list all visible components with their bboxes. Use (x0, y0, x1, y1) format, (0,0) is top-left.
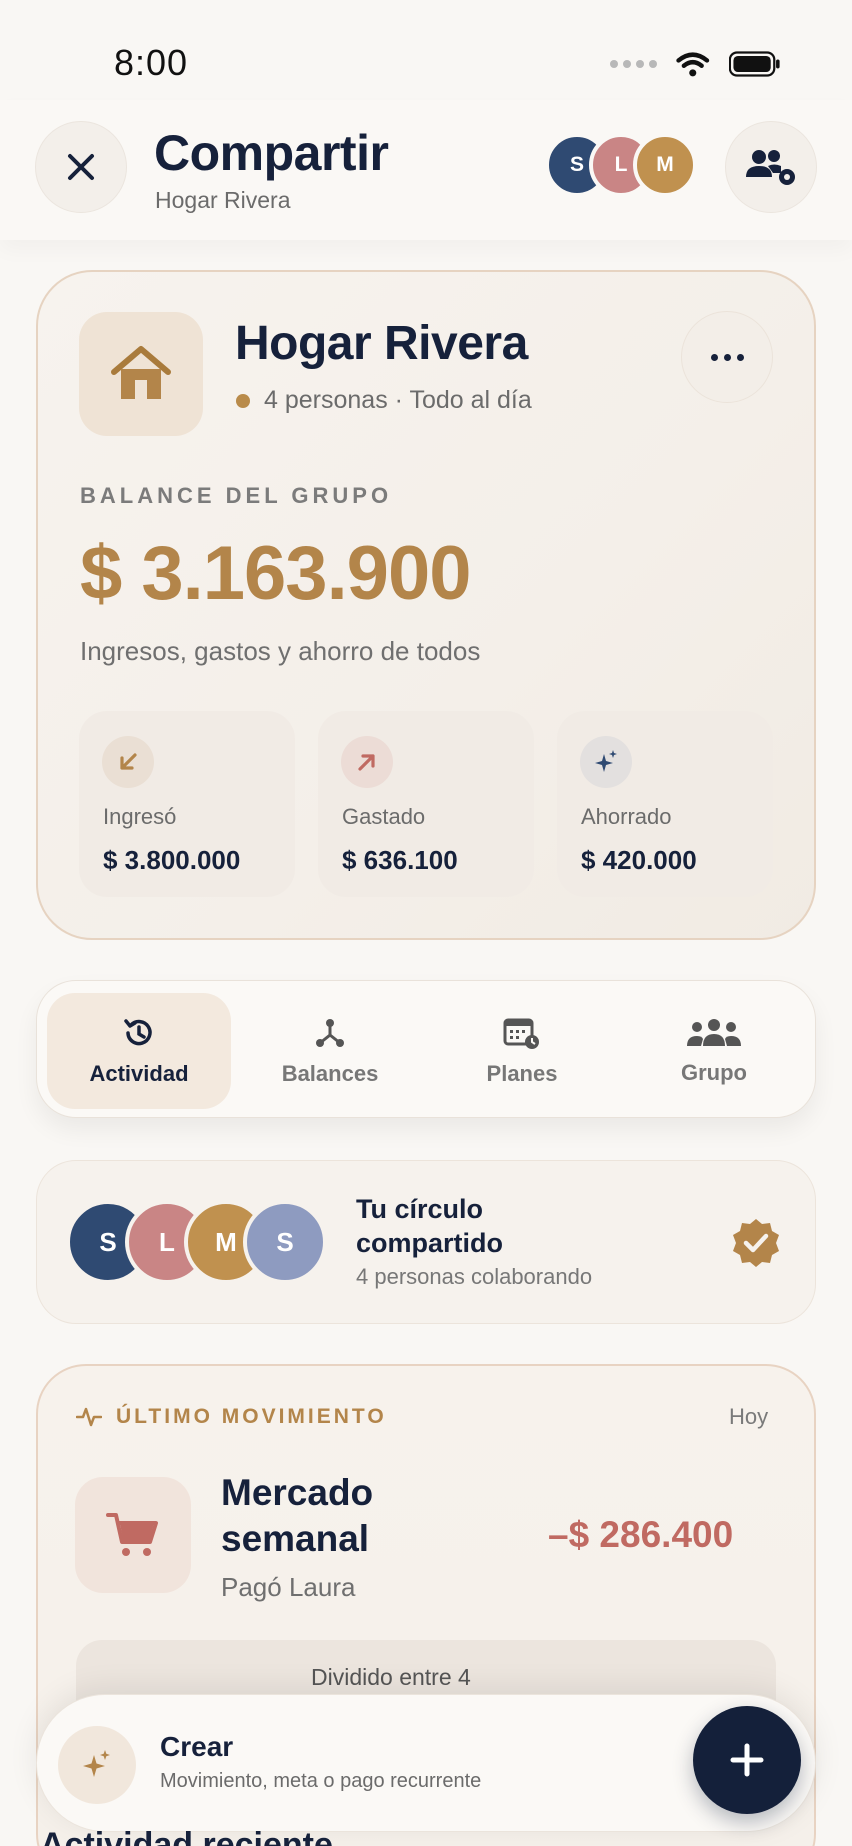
sparkles-icon (580, 736, 632, 788)
tab-actividad[interactable]: Actividad (47, 993, 231, 1109)
movement-title: Mercado semanal (221, 1472, 374, 1559)
balance-value: $ 3.163.900 (80, 531, 471, 616)
history-icon (124, 1019, 152, 1046)
stat-income[interactable]: Ingresó $ 3.800.000 (79, 711, 295, 897)
sparkles-icon (83, 1750, 110, 1777)
status-icons (610, 46, 780, 82)
stat-spent[interactable]: Gastado $ 636.100 (318, 711, 534, 897)
add-button[interactable] (693, 1706, 801, 1814)
page-subtitle: Hogar Rivera (155, 187, 291, 213)
group-name: Hogar Rivera (235, 317, 528, 370)
verified-badge-icon (733, 1219, 779, 1267)
tab-grupo[interactable]: Grupo (622, 993, 806, 1109)
stat-saved[interactable]: Ahorrado $ 420.000 (557, 711, 773, 897)
balance-label: BALANCE DEL GRUPO (80, 483, 393, 508)
arrow-up-right-icon (341, 736, 393, 788)
create-icon-wrap (58, 1726, 136, 1804)
status-time: 8:00 (114, 42, 189, 83)
tab-planes[interactable]: Planes (430, 993, 614, 1109)
group-avatar-tile (79, 312, 203, 436)
battery-icon (728, 51, 780, 77)
split-icon (316, 1019, 344, 1047)
signal-icon (610, 60, 657, 68)
movement-payer: Pagó Laura (221, 1572, 356, 1602)
cart-icon (106, 1513, 158, 1556)
group-settings-icon (746, 150, 795, 185)
people-icon (687, 1019, 741, 1046)
circle-subtitle: 4 personas colaborando (356, 1264, 593, 1289)
circle-title: Tu círculo compartido (356, 1194, 504, 1258)
home-icon (111, 346, 171, 399)
group-settings-button[interactable] (725, 121, 817, 213)
movement-category-tile (75, 1477, 191, 1593)
tab-balances[interactable]: Balances (238, 993, 422, 1109)
pulse-icon (76, 1407, 102, 1427)
wifi-icon (676, 52, 710, 77)
create-subtitle: Movimiento, meta o pago recurrente (160, 1770, 482, 1792)
last-movement-header: ÚLTIMO MOVIMIENTO (76, 1405, 387, 1429)
balance-description: Ingresos, gastos y ahorro de todos (80, 636, 481, 666)
create-title: Crear (160, 1731, 234, 1762)
member-avatar: S (243, 1200, 327, 1284)
movement-date: Hoy (729, 1404, 769, 1429)
page-title: Compartir (154, 125, 389, 181)
split-text: Dividido entre 4 (311, 1664, 471, 1690)
group-meta: 4 personas · Todo al día (236, 386, 532, 415)
close-button[interactable] (35, 121, 127, 213)
more-options-button[interactable] (681, 311, 773, 403)
movement-amount: –$ 286.400 (548, 1514, 734, 1555)
section-tabs: Actividad Balances Planes Grupo (36, 980, 816, 1118)
header-avatar[interactable]: M (633, 133, 697, 197)
arrow-down-left-icon (102, 736, 154, 788)
plus-icon (730, 1743, 764, 1777)
status-dot (236, 393, 250, 408)
calendar-icon (503, 1018, 539, 1049)
recent-activity-heading: Actividad reciente (40, 1826, 333, 1846)
close-icon (68, 154, 94, 180)
